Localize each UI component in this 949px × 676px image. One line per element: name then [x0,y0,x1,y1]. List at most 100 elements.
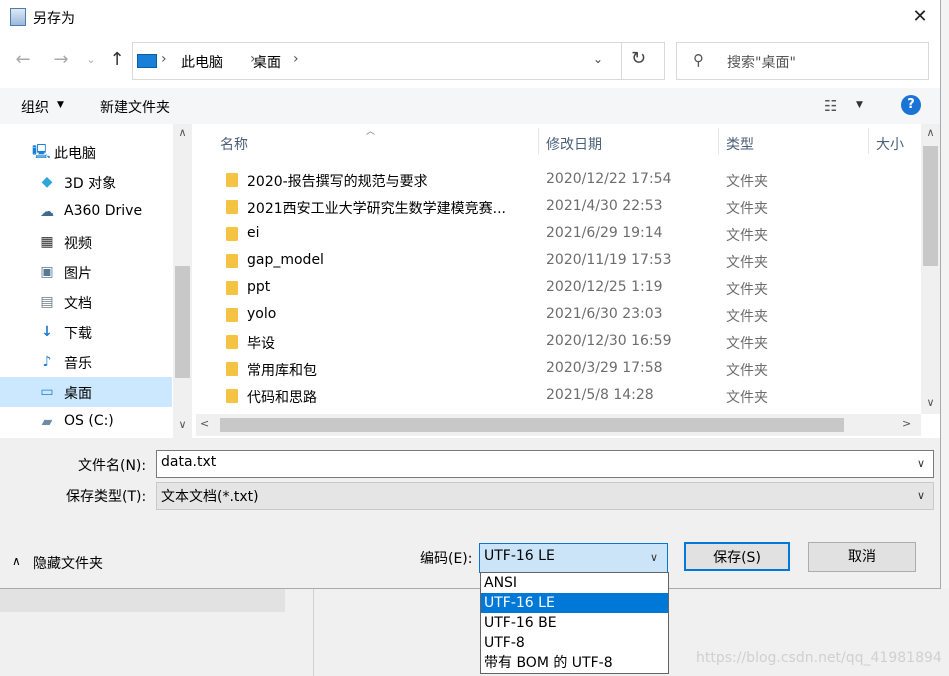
sidebar-item-videos[interactable]: ▦ 视频 [0,227,172,257]
column-divider[interactable] [538,128,539,154]
caret-down-icon[interactable]: ▼ [856,100,863,110]
hide-folders-toggle[interactable]: 隐藏文件夹 [33,553,103,573]
filename-input[interactable]: data.txt ∨ [156,450,934,478]
new-folder-button[interactable]: 新建文件夹 [100,97,170,117]
sidebar-item-a360[interactable]: ☁ A360 Drive [0,197,172,227]
encoding-option-utf16le[interactable]: UTF-16 LE [481,593,668,613]
scrollbar-thumb[interactable] [220,418,844,432]
file-type: 文件夹 [726,336,768,352]
encoding-option-utf8-bom[interactable]: 带有 BOM 的 UTF-8 [481,653,668,673]
sidebar-item-3d-objects[interactable]: ◆ 3D 对象 [0,167,172,197]
breadcrumb-this-pc[interactable]: 此电脑 [181,52,223,72]
sidebar-item-label: OS (C:) [64,413,114,429]
sidebar-item-os-drive[interactable]: ▰ OS (C:) [0,407,172,437]
file-row[interactable]: gap_model 2020/11/19 17:53 文件夹 [196,248,921,275]
sidebar-item-pictures[interactable]: ▣ 图片 [0,257,172,287]
column-header-modified[interactable]: 修改日期 [546,134,602,154]
filetype-select[interactable]: 文本文档(*.txt) ∨ [156,482,934,510]
folder-icon [226,227,238,241]
up-icon[interactable]: ↑ [106,49,128,71]
column-header-name[interactable]: 名称 [220,134,248,154]
file-row[interactable]: 毕设 2020/12/30 16:59 文件夹 [196,329,921,356]
caret-down-icon[interactable]: ▼ [57,100,64,110]
filename-value[interactable]: data.txt [161,454,216,470]
filename-label: 文件名(N): [78,458,147,474]
encoding-option-utf8[interactable]: UTF-8 [481,633,668,653]
file-row[interactable]: 代码和思路 2021/5/8 14:28 文件夹 [196,383,921,410]
scrollbar-thumb[interactable] [175,266,190,378]
divider [621,43,622,79]
file-list-vertical-scrollbar[interactable]: ∧ ∨ [921,124,940,414]
scroll-up-icon[interactable]: ∧ [921,126,940,139]
breadcrumb-separator-icon[interactable]: › [161,51,167,67]
sidebar-item-desktop[interactable]: ▭ 桌面 [0,377,172,407]
scrollbar-thumb[interactable] [923,146,938,266]
chevron-down-icon[interactable]: ∨ [917,457,925,470]
breadcrumb-separator-icon[interactable]: › [293,51,299,67]
video-icon: ▦ [40,234,54,250]
help-icon[interactable]: ? [901,95,921,115]
sidebar-item-label: 音乐 [64,356,92,372]
sidebar-item-documents[interactable]: ▤ 文档 [0,287,172,317]
search-input[interactable]: 搜索"桌面" [727,52,796,72]
column-divider[interactable] [868,128,869,154]
file-row[interactable]: 2021西安工业大学研究生数学建模竞赛... 2021/4/30 22:53 文… [196,194,921,221]
encoding-option-ansi[interactable]: ANSI [481,573,668,593]
column-header-type[interactable]: 类型 [726,134,754,154]
forward-icon[interactable]: → [50,49,72,71]
chevron-down-icon[interactable]: ∨ [650,551,658,564]
encoding-value[interactable]: UTF-16 LE [484,548,555,564]
sidebar-item-music[interactable]: ♪ 音乐 [0,347,172,377]
organize-button[interactable]: 组织 [21,97,49,117]
folder-icon [226,389,238,403]
cancel-button[interactable]: 取消 [808,542,916,572]
scroll-down-icon[interactable]: ∨ [921,396,940,409]
file-name: 毕设 [247,336,275,352]
command-bar: 组织 ▼ 新建文件夹 ☷ ▼ ? [0,88,940,124]
file-name: ppt [247,279,271,295]
file-row[interactable]: 2020-报告撰写的规范与要求 2020/12/22 17:54 文件夹 [196,167,921,194]
chevron-up-icon[interactable]: ∧ [12,554,21,568]
scroll-right-icon[interactable]: > [902,417,911,430]
encoding-option-utf16be[interactable]: UTF-16 BE [481,613,668,633]
file-type: 文件夹 [726,282,768,298]
scroll-down-icon[interactable]: ∨ [173,418,192,431]
file-row[interactable]: yolo 2021/6/30 23:03 文件夹 [196,302,921,329]
sort-ascending-icon: ︿ [366,127,376,137]
background-strip [0,588,285,612]
watermark: https://blog.csdn.net/qq_41981894 [696,650,942,666]
file-modified: 2021/4/30 22:53 [546,198,663,214]
scroll-up-icon[interactable]: ∧ [173,126,192,139]
filetype-value[interactable]: 文本文档(*.txt) [161,486,259,506]
file-row[interactable]: ppt 2020/12/25 1:19 文件夹 [196,275,921,302]
chevron-down-icon[interactable]: ∨ [917,489,925,502]
address-bar[interactable]: › 此电脑 › 桌面 › ⌄ ↻ [132,42,665,80]
breadcrumb-desktop[interactable]: 桌面 [253,52,281,72]
column-header-size[interactable]: 大小 [876,134,904,154]
sidebar-scrollbar[interactable]: ∧ ∨ [173,124,192,438]
recent-locations-icon[interactable]: ⌄ [84,49,98,71]
file-name: gap_model [247,252,324,268]
encoding-select[interactable]: UTF-16 LE ∨ [479,543,668,573]
save-as-dialog: 另存为 ✕ ← → ⌄ ↑ › 此电脑 › 桌面 › ⌄ ↻ ⚲ 搜索"桌面" … [0,0,941,589]
close-button[interactable]: ✕ [904,2,936,32]
folder-icon [226,200,238,214]
file-name: ei [247,225,260,241]
file-row[interactable]: 常用库和包 2020/3/29 17:58 文件夹 [196,356,921,383]
file-row[interactable]: ei 2021/6/29 19:14 文件夹 [196,221,921,248]
view-options-icon[interactable]: ☷ [824,97,837,115]
file-name: 代码和思路 [247,390,317,406]
file-type: 文件夹 [726,255,768,271]
file-name: 2020-报告撰写的规范与要求 [247,174,428,190]
file-modified: 2021/6/29 19:14 [546,225,663,241]
file-list-horizontal-scrollbar[interactable]: < > [196,414,921,436]
search-box[interactable]: ⚲ 搜索"桌面" [676,42,929,80]
refresh-icon[interactable]: ↻ [631,48,646,69]
scroll-left-icon[interactable]: < [200,417,209,430]
back-icon[interactable]: ← [12,49,34,71]
save-button[interactable]: 保存(S) [684,542,790,571]
sidebar-item-this-pc[interactable]: 🖳 此电脑 [0,137,172,167]
chevron-down-icon[interactable]: ⌄ [593,52,603,66]
sidebar-item-downloads[interactable]: ↓ 下载 [0,317,172,347]
column-divider[interactable] [718,128,719,154]
